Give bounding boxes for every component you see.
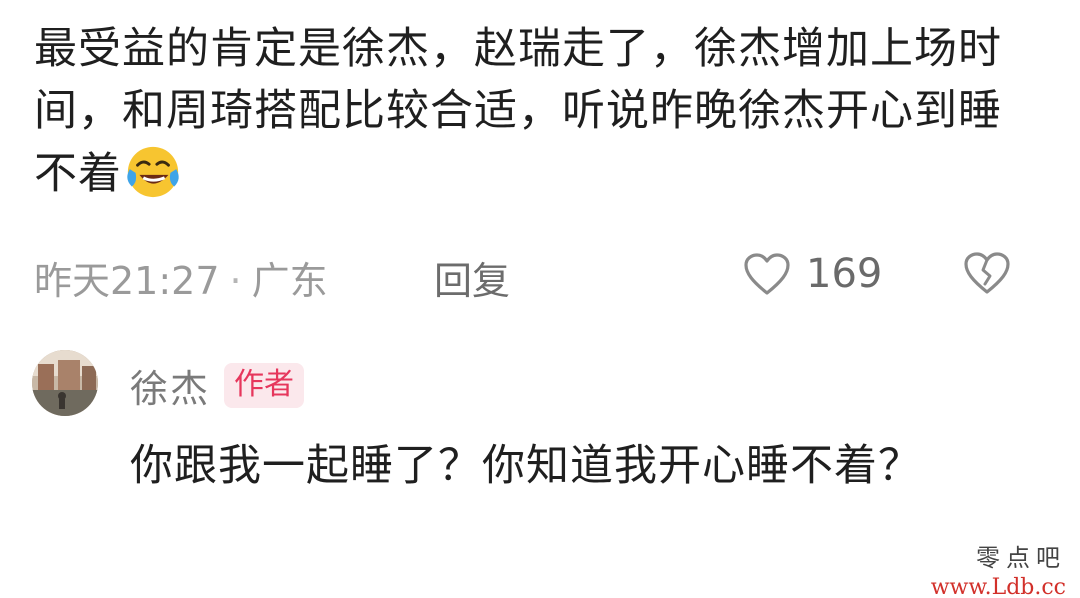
watermark-url: www.Ldb.cc bbox=[930, 575, 1066, 598]
like-count: 169 bbox=[806, 251, 883, 297]
like-button[interactable]: 169 bbox=[742, 246, 882, 302]
comment-location: 广东 bbox=[251, 259, 328, 303]
reply-button[interactable]: 回复 bbox=[434, 250, 510, 305]
reply-author: 徐杰 作者 bbox=[130, 358, 305, 413]
comment-time: 昨天21:27 bbox=[34, 259, 220, 303]
comment-meta-info: 昨天21:27 · 广东 bbox=[34, 250, 328, 305]
avatar[interactable] bbox=[32, 350, 98, 416]
watermark: 零点吧 www.Ldb.cc bbox=[931, 538, 1066, 598]
reply-author-name[interactable]: 徐杰 bbox=[130, 358, 210, 413]
reply-text: 你跟我一起睡了？你知道我开心睡不着？ bbox=[130, 441, 922, 491]
meta-separator: · bbox=[229, 259, 242, 303]
comment-body: 最受益的肯定是徐杰，赵瑞走了，徐杰增加上场时间，和周琦搭配比较合适，听说昨晚徐杰… bbox=[34, 18, 1034, 205]
broken-heart-icon[interactable] bbox=[962, 250, 1012, 296]
comment-meta: 昨天21:27 · 广东 回复 169 bbox=[34, 246, 1044, 305]
laughing-tears-emoji-icon bbox=[124, 142, 182, 200]
author-badge: 作者 bbox=[224, 363, 305, 408]
watermark-site-name: 零点吧 bbox=[976, 544, 1066, 572]
heart-outline-icon bbox=[744, 253, 790, 295]
